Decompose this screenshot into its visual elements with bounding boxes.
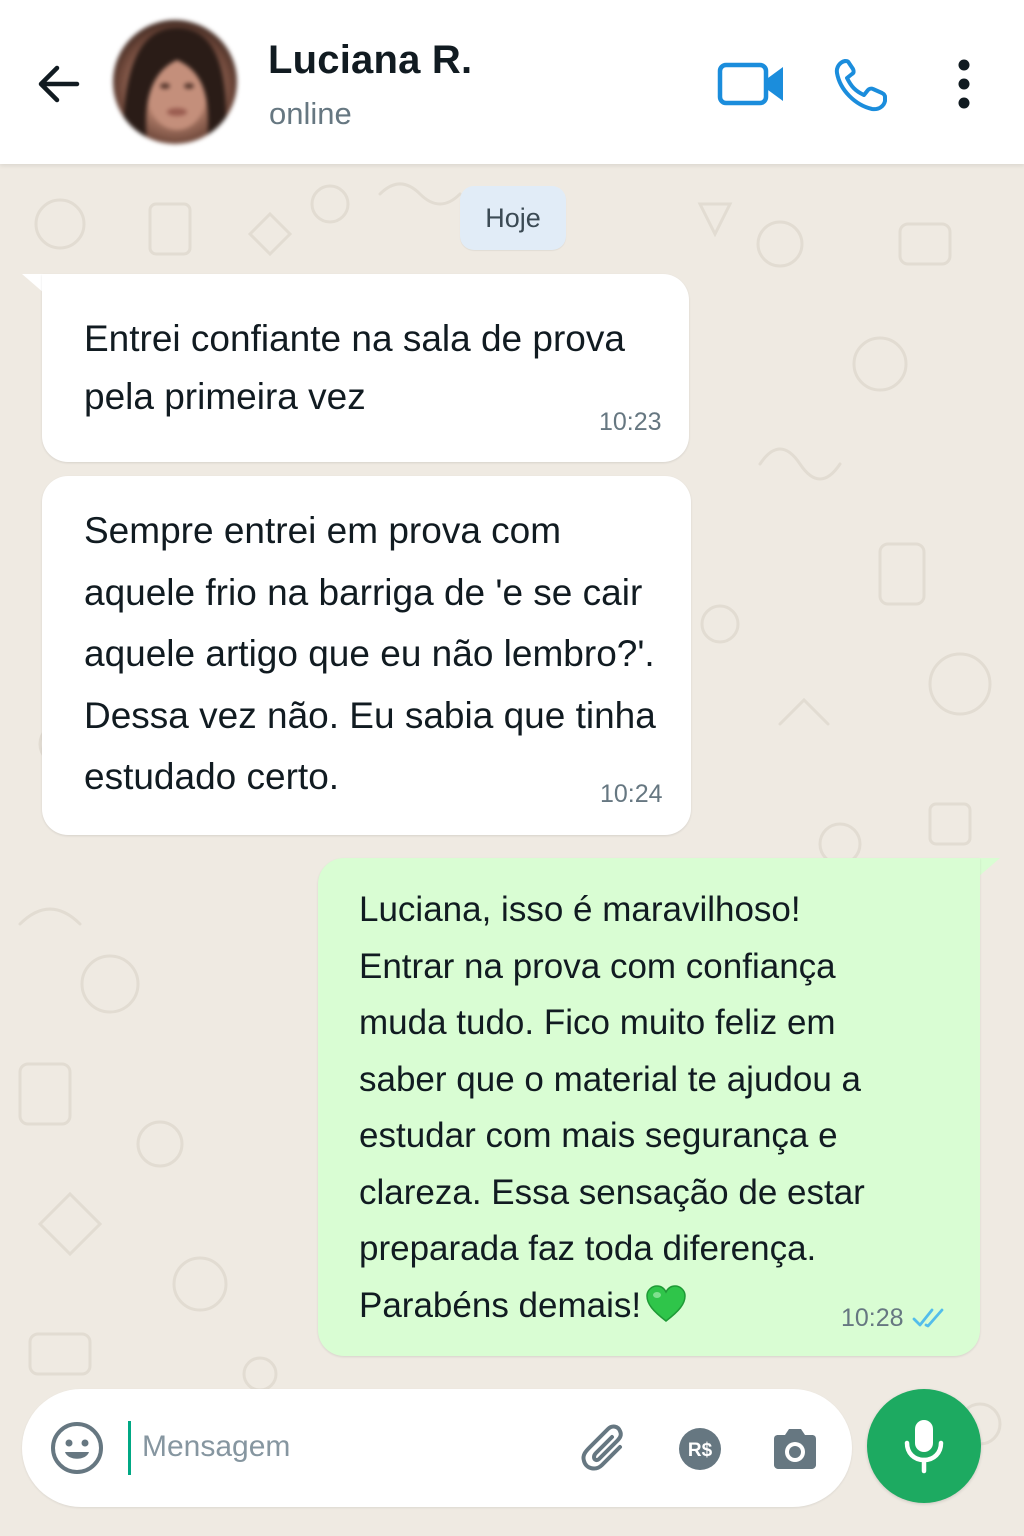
green-heart-icon (645, 1284, 687, 1341)
message-text: Entrei confiante na sala de prova pela p… (84, 318, 625, 417)
incoming-message[interactable]: Sempre entrei em prova com aquele frio n… (42, 476, 691, 835)
text-cursor (128, 1421, 131, 1475)
message-input[interactable] (142, 1417, 562, 1477)
message-text: Sempre entrei em prova com aquele frio n… (84, 510, 656, 797)
message-time: 10:24 (600, 780, 663, 808)
message-text-body: Luciana, isso é maravilhoso! Entrar na p… (359, 890, 865, 1325)
microphone-icon[interactable] (867, 1389, 981, 1503)
paperclip-icon[interactable] (578, 1423, 632, 1473)
payment-label: R$ (688, 1440, 713, 1461)
back-arrow-icon[interactable] (30, 56, 86, 112)
message-time: 10:23 (599, 408, 662, 436)
outgoing-message[interactable]: Luciana, isso é maravilhoso! Entrar na p… (318, 858, 980, 1356)
avatar[interactable] (113, 20, 237, 144)
message-time: 10:28 (841, 1304, 904, 1332)
emoji-icon[interactable] (48, 1419, 106, 1477)
incoming-message[interactable]: Entrei confiante na sala de prova pela p… (42, 274, 689, 462)
payment-icon[interactable]: R$ (678, 1427, 722, 1471)
contact-name[interactable]: Luciana R. (268, 38, 472, 83)
message-composer: R$ (22, 1389, 852, 1507)
more-vertical-icon[interactable] (944, 56, 984, 112)
contact-status: online (269, 96, 352, 131)
chat-header: Luciana R. online (0, 0, 1024, 164)
video-call-icon[interactable] (716, 58, 788, 110)
read-ticks-icon (912, 1308, 944, 1328)
date-separator: Hoje (460, 186, 566, 250)
camera-icon[interactable] (770, 1427, 820, 1471)
message-text: Luciana, isso é maravilhoso! Entrar na p… (359, 882, 959, 1340)
phone-icon[interactable] (832, 56, 890, 114)
